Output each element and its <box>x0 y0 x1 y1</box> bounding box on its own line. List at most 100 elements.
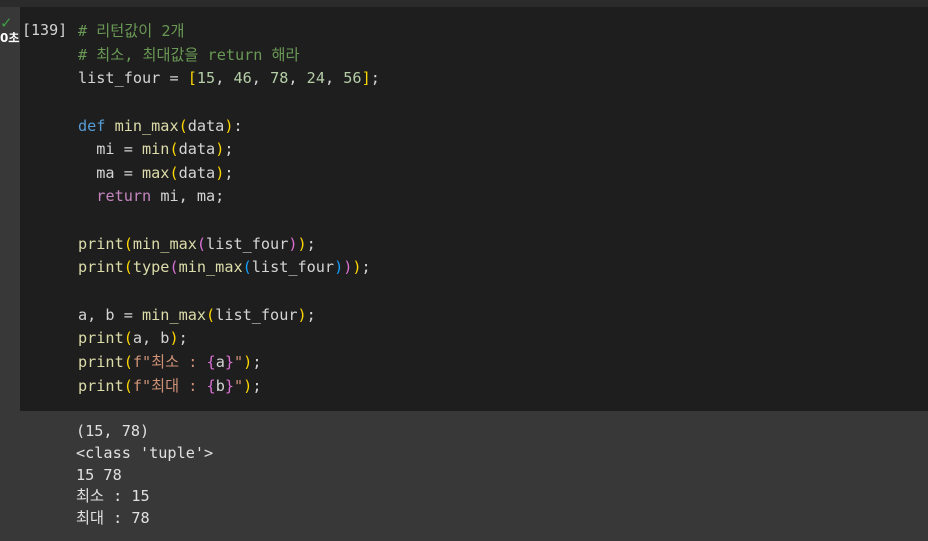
code-token: ( <box>169 140 179 159</box>
code-token: mi, ma; <box>160 187 225 206</box>
code-line: a, b = min_max(list_four); <box>78 304 380 328</box>
code-token: , <box>215 69 234 88</box>
code-token: ; <box>306 234 316 253</box>
code-token: = <box>123 163 143 182</box>
code-token: min_max <box>178 258 243 277</box>
code-token: ; <box>224 140 234 159</box>
code-line: # 최소, 최대값을 return 해라 <box>78 44 380 68</box>
code-cell[interactable]: # 리턴값이 2개 # 최소, 최대값을 return 해라 list_four =… <box>20 7 928 411</box>
code-line: print(f"최소 : {a}"); <box>78 351 380 375</box>
code-token: = <box>123 305 143 324</box>
output-line: (15, 78) <box>76 422 150 440</box>
code-token: ( <box>169 163 179 182</box>
code-line: print(type(min_max(list_four))); <box>78 256 380 280</box>
code-token: data <box>178 140 216 159</box>
code-token: ) <box>352 258 362 277</box>
code-token: 78 <box>270 69 289 88</box>
code-token: , <box>251 69 271 88</box>
code-token: ) <box>288 234 298 253</box>
code-token: ( <box>123 234 133 253</box>
code-token: ) <box>243 376 253 395</box>
code-token: } <box>224 376 235 395</box>
code-token: print <box>78 258 124 277</box>
code-token: print <box>78 376 124 395</box>
output-line: <class 'tuple'> <box>76 443 214 462</box>
code-token: f"최소 : <box>132 352 207 371</box>
code-token: : <box>233 116 243 135</box>
code-token: # 최소, 최대값을 return 해라 <box>78 45 300 64</box>
code-token: 46 <box>233 69 252 88</box>
code-token: ( <box>196 234 207 253</box>
code-token: ) <box>297 234 307 253</box>
code-token: 56 <box>343 69 362 88</box>
code-editor[interactable]: # 리턴값이 2개 # 최소, 최대값을 return 해라 list_four =… <box>78 20 380 398</box>
code-token: data <box>187 116 225 135</box>
code-token: ; <box>361 258 371 277</box>
code-token: " <box>234 376 244 395</box>
code-line: print(min_max(list_four)); <box>78 233 380 257</box>
output-line: 최소 : 15 <box>76 487 150 506</box>
code-token: ) <box>334 258 344 277</box>
code-token: , <box>288 69 307 88</box>
code-token: print <box>78 234 124 253</box>
code-token: # 리턴값이 2개 <box>78 22 185 40</box>
execution-time: 0초 <box>0 31 20 45</box>
code-token: ( <box>123 258 133 277</box>
code-token: ; <box>252 352 262 371</box>
code-token: ) <box>297 305 307 324</box>
code-token: f"최대 : <box>132 376 207 395</box>
code-token: 24 <box>306 69 325 88</box>
code-token: { <box>206 376 216 395</box>
code-token: list_four <box>215 305 298 324</box>
code-token: ( <box>206 305 216 324</box>
code-token: = <box>169 69 188 88</box>
code-token: def <box>78 116 115 135</box>
check-icon[interactable]: ✓ <box>0 16 13 31</box>
code-line: # 리턴값이 2개 <box>78 20 380 44</box>
code-token: [ <box>187 69 197 88</box>
code-token: ) <box>215 163 225 182</box>
code-token: list_four <box>251 258 335 277</box>
code-token: print <box>78 352 124 371</box>
code-token: ( <box>123 376 133 395</box>
code-token: ) <box>169 329 179 348</box>
code-token: max <box>142 163 170 182</box>
code-token: min <box>142 140 170 159</box>
code-token: list_four <box>78 69 170 88</box>
code-token: , <box>324 69 344 88</box>
code-token: a, b <box>132 329 170 348</box>
execution-count: [139] <box>22 21 68 39</box>
code-token: } <box>224 352 235 371</box>
code-token: ; <box>224 163 234 182</box>
code-token: ( <box>123 352 133 371</box>
code-token: ] <box>361 69 371 88</box>
code-token: ; <box>252 376 262 395</box>
code-line: mi = min(data); <box>78 138 380 162</box>
code-line: list_four = [15, 46, 78, 24, 56]; <box>78 67 380 91</box>
code-token: min_max <box>132 234 197 253</box>
code-token: data <box>178 163 216 182</box>
code-token: a <box>215 352 225 371</box>
code-line: ma = max(data); <box>78 162 380 186</box>
code-token: mi <box>78 140 124 159</box>
code-token: ( <box>178 116 188 135</box>
code-token: ; <box>370 69 380 88</box>
code-line: print(a, b); <box>78 327 380 351</box>
code-token: 15 <box>196 69 216 88</box>
output-line: 15 78 <box>76 465 122 484</box>
code-token: ( <box>169 258 179 277</box>
code-token: ( <box>123 329 133 348</box>
code-token: a, b <box>78 305 124 324</box>
code-token: return <box>96 187 161 206</box>
code-line: def min_max(data): <box>78 115 380 139</box>
code-token: min_max <box>114 116 179 135</box>
cell-output: (15, 78) <class 'tuple'> 15 78 최소 : 15 최대 : … <box>76 421 213 530</box>
code-token: print <box>78 329 124 348</box>
code-token: type <box>132 258 170 277</box>
code-line: print(f"최대 : {b}"); <box>78 375 380 399</box>
code-token: = <box>123 140 143 159</box>
